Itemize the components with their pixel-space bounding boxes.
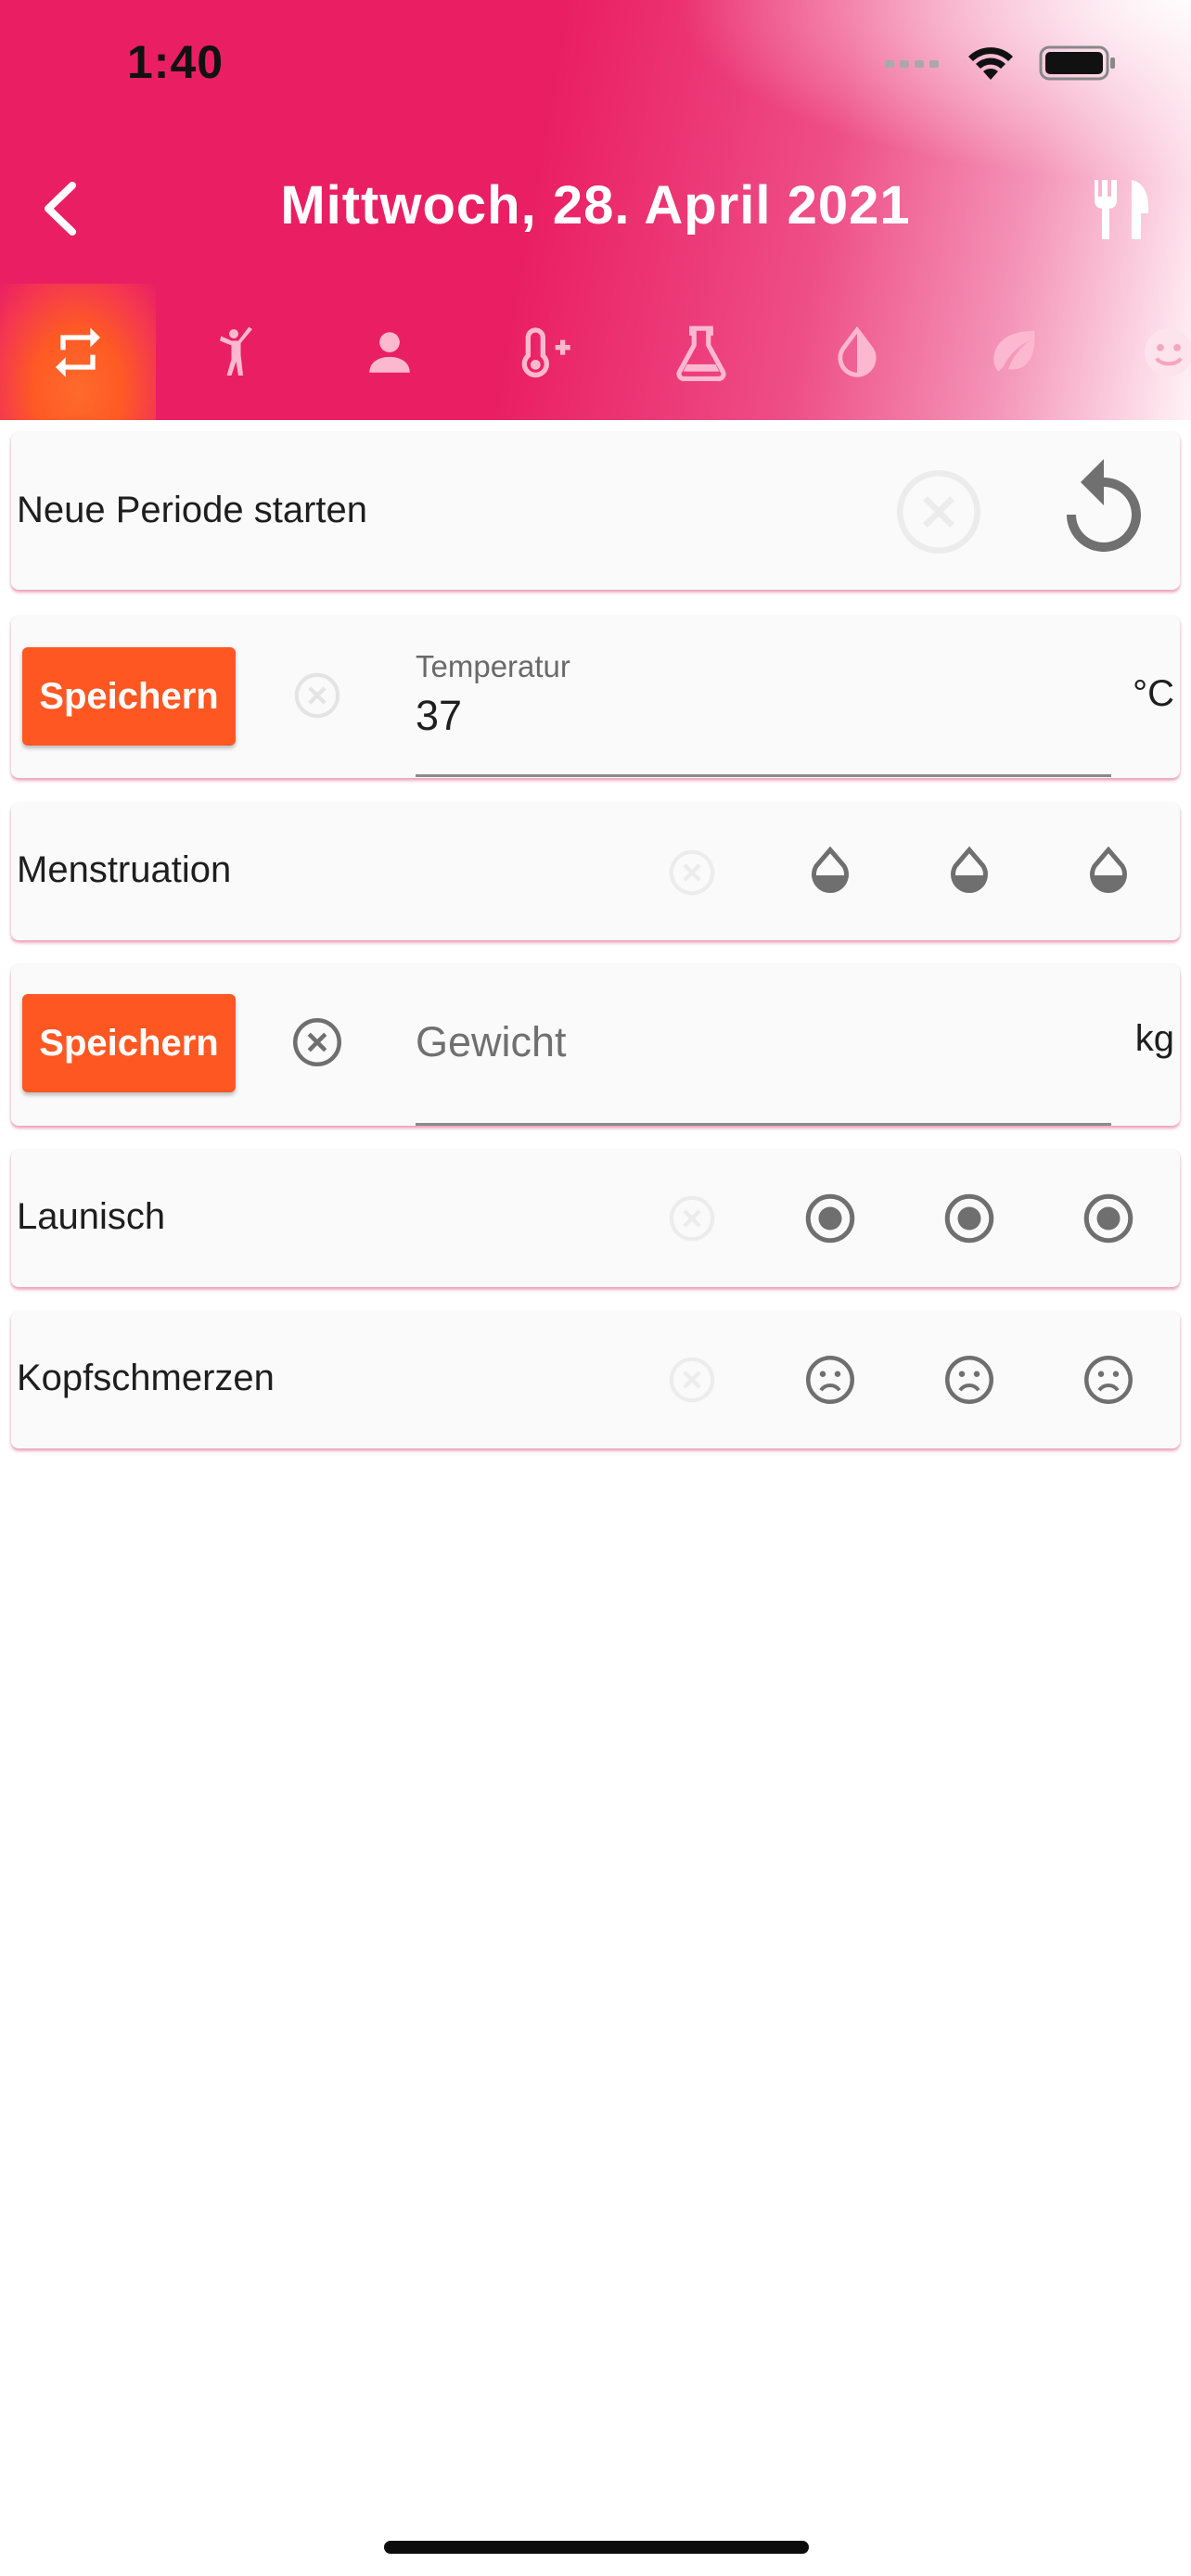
weight-underline [416,1123,1111,1126]
smiley-icon [1145,327,1191,376]
tab-menstruation[interactable] [779,284,935,420]
drop-medium-icon[interactable] [941,842,997,899]
tab-period[interactable] [0,284,156,420]
radio-mild-icon[interactable] [802,1191,858,1246]
temperature-card: Speichern Temperatur 37 °C [11,616,1180,778]
radio-strong-icon[interactable] [1081,1191,1136,1246]
menstruation-label: Menstruation [17,849,232,890]
sad-face-strong-icon[interactable] [1081,1352,1136,1408]
app-header: 1:40 Mittwoch, 28. April 2021 [0,0,1191,420]
tab-nature[interactable] [935,284,1091,420]
home-indicator[interactable] [384,2541,809,2554]
reset-icon[interactable] [1048,454,1159,566]
headache-card: Kopfschmerzen [11,1311,1180,1448]
radio-medium-icon[interactable] [941,1191,997,1246]
sad-face-mild-icon[interactable] [802,1352,858,1408]
leaf-icon [993,330,1035,372]
clear-temperature-icon[interactable] [291,670,343,721]
period-card: Neue Periode starten [11,432,1180,590]
clear-weight-icon[interactable] [289,1014,345,1070]
battery-icon [1039,45,1115,81]
tab-temperature[interactable] [467,284,623,420]
tab-exercise[interactable] [156,284,312,420]
swap-icon [56,326,100,377]
clear-headache-icon[interactable] [666,1354,718,1406]
person-icon [369,331,410,373]
header-gradient-highlight [672,0,1191,185]
drop-light-icon[interactable] [802,842,858,899]
menstruation-card: Menstruation [11,803,1180,940]
sad-face-medium-icon[interactable] [941,1352,997,1408]
clear-menstruation-icon[interactable] [666,847,718,899]
temperature-underline [416,774,1111,777]
person-exercise-icon [220,326,252,376]
status-icons [885,45,1117,82]
clear-mood-icon[interactable] [666,1192,718,1244]
save-weight-button[interactable]: Speichern [22,994,236,1092]
save-temperature-button[interactable]: Speichern [22,647,236,746]
weight-input[interactable]: Gewicht [416,1018,567,1066]
thermometer-plus-icon [521,326,570,377]
tab-lab[interactable] [623,284,779,420]
wifi-icon [968,47,1013,80]
temperature-input[interactable]: 37 [416,692,462,740]
headache-label: Kopfschmerzen [17,1358,275,1398]
tab-mood[interactable] [1091,284,1191,420]
page-title: Mittwoch, 28. April 2021 [280,175,911,236]
tab-person[interactable] [312,284,467,420]
half-drop-icon [838,325,877,376]
weight-card: Speichern Gewicht kg [11,964,1180,1126]
weight-unit: kg [1134,1018,1174,1059]
flask-icon [676,325,726,381]
cutlery-icon[interactable] [1089,176,1154,243]
period-label: Neue Periode starten [17,490,368,530]
mood-card: Launisch [11,1150,1180,1287]
category-tabs [0,284,1191,420]
signal-icon [885,60,939,68]
drop-heavy-icon[interactable] [1081,842,1136,899]
temperature-unit: °C [1133,673,1174,714]
clear-icon[interactable] [892,465,985,558]
status-time: 1:40 [127,36,224,88]
temperature-field-label: Temperatur [416,649,570,683]
mood-label: Launisch [17,1196,166,1237]
